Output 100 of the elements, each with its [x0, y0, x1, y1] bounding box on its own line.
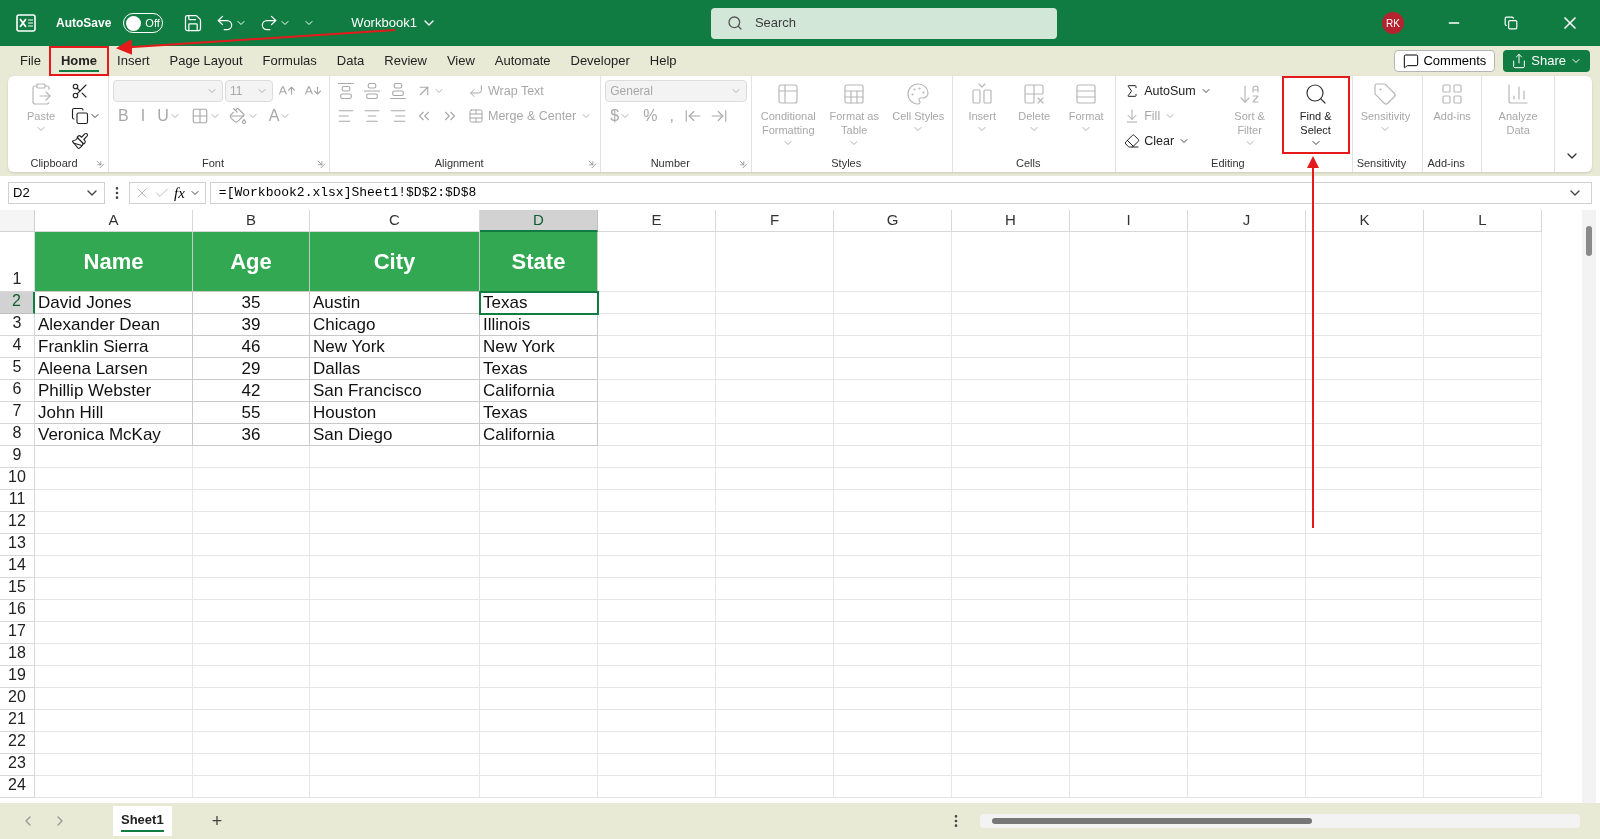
- rows-icon: [1074, 82, 1099, 106]
- ribbon-tab[interactable]: Page Layout: [159, 48, 253, 74]
- ribbon-tab[interactable]: Data: [326, 48, 375, 74]
- column-header[interactable]: J: [1188, 210, 1306, 232]
- table-cell: Aleena Larsen: [35, 358, 193, 380]
- row-header[interactable]: 5: [0, 358, 35, 380]
- row-header[interactable]: 19: [0, 666, 35, 688]
- ribbon-button[interactable]: Find & Select: [1283, 78, 1348, 152]
- row-header[interactable]: 21: [0, 710, 35, 732]
- column-header[interactable]: H: [952, 210, 1070, 232]
- row-header[interactable]: 3: [0, 314, 35, 336]
- table-cell: Dallas: [310, 358, 480, 380]
- table-cell: Franklin Sierra: [35, 336, 193, 358]
- comment-icon: [1403, 53, 1420, 69]
- table-cell: 35: [193, 292, 310, 314]
- grid-icon: [1440, 82, 1465, 106]
- row-header[interactable]: 4: [0, 336, 35, 358]
- align-middle-icon: [363, 82, 381, 100]
- row-header[interactable]: 2: [0, 292, 35, 314]
- table-cell: Veronica McKay: [35, 424, 193, 446]
- row-header[interactable]: 9: [0, 446, 35, 468]
- ribbon-tab[interactable]: View: [436, 48, 485, 74]
- row-header[interactable]: 17: [0, 622, 35, 644]
- ribbon-tab[interactable]: Review: [374, 48, 437, 74]
- share-button[interactable]: Share: [1503, 50, 1590, 72]
- header-cell: Age: [193, 232, 310, 292]
- paintbrush-icon: [71, 132, 89, 150]
- ribbon-button[interactable]: Clear: [1120, 130, 1195, 152]
- header-cell: Name: [35, 232, 193, 292]
- table-cell: 55: [193, 402, 310, 424]
- group-label: Font: [202, 155, 224, 171]
- search-field[interactable]: Search: [710, 7, 1057, 39]
- ribbon-tab[interactable]: Insert: [107, 48, 160, 74]
- column-header[interactable]: G: [834, 210, 952, 232]
- column-header[interactable]: C: [310, 210, 480, 232]
- column-header[interactable]: F: [716, 210, 834, 232]
- group-label: Cells: [1015, 155, 1041, 171]
- row-header[interactable]: 8: [0, 424, 35, 446]
- ribbon-tab[interactable]: Help: [639, 48, 687, 74]
- increase-decimal-icon: [683, 107, 702, 125]
- ribbon-tab[interactable]: Formulas: [252, 48, 327, 74]
- ribbon-tab[interactable]: Developer: [560, 48, 640, 74]
- row-header[interactable]: 24: [0, 776, 35, 798]
- select-all-corner[interactable]: [0, 210, 35, 232]
- row-header[interactable]: 6: [0, 380, 35, 402]
- save-icon[interactable]: [183, 13, 204, 33]
- ribbon-tab[interactable]: Automate: [484, 48, 561, 74]
- column-header[interactable]: K: [1306, 210, 1424, 232]
- formula-field[interactable]: =[Workbook2.xlsx]Sheet1!$D$2:$D$8: [209, 182, 1592, 204]
- table-cell: Illinois: [480, 314, 598, 336]
- table-cell: San Francisco: [310, 380, 480, 402]
- column-header[interactable]: B: [193, 210, 310, 232]
- ribbon-tab[interactable]: Home: [50, 48, 108, 74]
- align-center-icon: [363, 107, 381, 125]
- table-cell: Chicago: [310, 314, 480, 336]
- column-header[interactable]: E: [598, 210, 716, 232]
- delete-cells-icon: [1022, 82, 1047, 106]
- sheet-tab[interactable]: Sheet1: [113, 806, 172, 836]
- table-cell: New York: [480, 336, 598, 358]
- row-header[interactable]: 7: [0, 402, 35, 424]
- restore-icon[interactable]: [1504, 16, 1518, 30]
- column-header[interactable]: I: [1070, 210, 1188, 232]
- row-header[interactable]: 11: [0, 490, 35, 512]
- name-box[interactable]: D2: [8, 182, 105, 204]
- add-sheet-button[interactable]: +: [211, 807, 223, 835]
- row-header[interactable]: 10: [0, 468, 35, 490]
- cut-icon: [71, 82, 89, 100]
- row-header[interactable]: 22: [0, 732, 35, 754]
- insert-cells-icon: [970, 82, 995, 106]
- row-header[interactable]: 15: [0, 578, 35, 600]
- row-header[interactable]: 13: [0, 534, 35, 556]
- column-header[interactable]: L: [1424, 210, 1542, 232]
- group-label: Sensitivity: [1356, 155, 1407, 171]
- table-cell: California: [480, 424, 598, 446]
- row-header[interactable]: 12: [0, 512, 35, 534]
- row-header[interactable]: 18: [0, 644, 35, 666]
- user-avatar[interactable]: RK: [1382, 12, 1404, 34]
- comments-button[interactable]: Comments: [1394, 50, 1496, 72]
- row-header[interactable]: 20: [0, 688, 35, 710]
- insert-function-button[interactable]: fx: [174, 181, 185, 205]
- header-cell: City: [310, 232, 480, 292]
- clipboard-icon: [29, 82, 53, 106]
- align-left-icon: [337, 107, 355, 125]
- column-header[interactable]: A: [35, 210, 193, 232]
- column-header[interactable]: D: [480, 210, 598, 232]
- tag-icon: [1373, 82, 1398, 106]
- table-cell: 46: [193, 336, 310, 358]
- ribbon-tab[interactable]: File: [10, 48, 51, 74]
- table-grid-icon: [776, 82, 801, 106]
- horizontal-scrollbar[interactable]: [980, 814, 1580, 828]
- row-header[interactable]: 16: [0, 600, 35, 622]
- borders-icon: [190, 107, 209, 125]
- row-header[interactable]: 14: [0, 556, 35, 578]
- row-header[interactable]: 1: [0, 232, 35, 292]
- vertical-scrollbar[interactable]: [1582, 210, 1596, 803]
- table-cell: Texas: [480, 358, 598, 380]
- workbook-title[interactable]: Workbook1: [351, 13, 437, 33]
- decrease-decimal-icon: [709, 107, 728, 125]
- ribbon-button[interactable]: AutoSum: [1120, 80, 1216, 102]
- row-header[interactable]: 23: [0, 754, 35, 776]
